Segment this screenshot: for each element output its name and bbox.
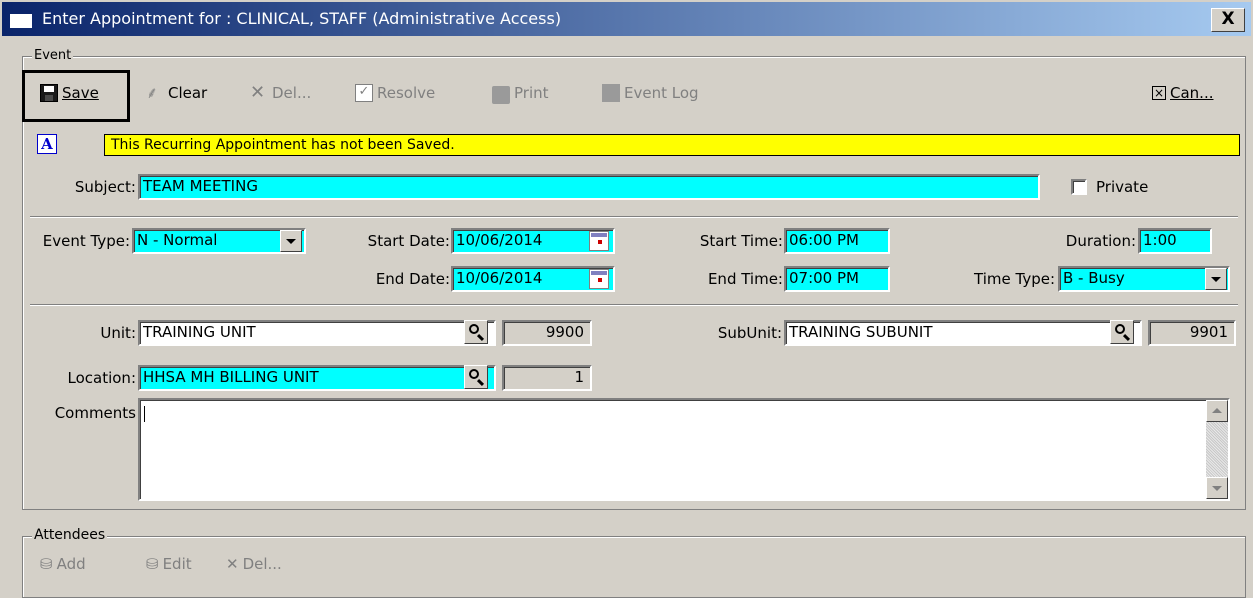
title-bar[interactable]: Enter Appointment for : CLINICAL, STAFF … (2, 2, 1251, 36)
delete-x-icon: ✕ (226, 555, 239, 573)
attendees-group-label: Attendees (32, 527, 108, 543)
start-date-calendar-icon[interactable] (589, 231, 609, 251)
access-level-icon: A (37, 134, 57, 154)
divider (30, 304, 1238, 306)
cancel-button[interactable]: × Can... (1152, 78, 1213, 108)
comments-textarea[interactable] (138, 398, 1230, 501)
location-label: Location: (67, 369, 137, 387)
save-label: Save (62, 84, 99, 102)
attendee-delete-label: Del... (242, 555, 282, 573)
location-search-icon[interactable] (464, 365, 488, 389)
end-date-calendar-icon[interactable] (589, 269, 609, 289)
duration-input[interactable]: 1:00 (1138, 228, 1212, 254)
end-time-input[interactable]: 07:00 PM (784, 266, 890, 292)
broom-icon: ⸙ (146, 83, 159, 102)
event-log-button[interactable]: Event Log (602, 78, 699, 108)
floppy-disk-icon (40, 84, 58, 102)
scroll-down-button[interactable] (1206, 477, 1228, 499)
add-attendee-icon: ⛁ (40, 555, 53, 573)
attendee-add-button[interactable]: ⛁ Add (40, 555, 86, 573)
end-date-label: End Date: (375, 270, 450, 288)
checkbox-check-icon: ✓ (355, 84, 373, 102)
delete-x-icon: ✕ (250, 82, 266, 103)
subject-label: Subject: (74, 178, 136, 196)
unit-search-icon[interactable] (464, 320, 488, 344)
delete-label: Del... (272, 84, 312, 102)
location-code: 1 (502, 365, 592, 391)
start-time-label: Start Time: (699, 232, 783, 250)
time-type-dropdown-button[interactable] (1205, 268, 1227, 290)
subunit-label: SubUnit: (717, 324, 782, 342)
appointment-window: Enter Appointment for : CLINICAL, STAFF … (0, 0, 1253, 598)
attendee-edit-label: Edit (162, 555, 192, 573)
attendee-edit-button[interactable]: ⛁ Edit (146, 555, 192, 573)
subunit-code: 9901 (1148, 320, 1236, 346)
status-banner: This Recurring Appointment has not been … (104, 134, 1240, 156)
delete-button[interactable]: ✕ Del... (250, 78, 311, 108)
resolve-button[interactable]: ✓ Resolve (355, 78, 435, 108)
attendee-delete-button[interactable]: ✕ Del... (226, 555, 282, 573)
event-log-label: Event Log (624, 84, 699, 102)
window-title: Enter Appointment for : CLINICAL, STAFF … (42, 9, 562, 28)
private-label: Private (1096, 178, 1149, 196)
resolve-label: Resolve (377, 84, 436, 102)
text-caret (144, 406, 145, 422)
subject-input[interactable]: TEAM MEETING (138, 174, 1040, 200)
comments-scrollbar[interactable] (1206, 400, 1228, 499)
subunit-search-icon[interactable] (1110, 320, 1134, 344)
event-group-label: Event (32, 48, 74, 63)
attendee-add-label: Add (56, 555, 86, 573)
unit-label: Unit: (100, 324, 136, 342)
time-type-label: Time Type: (974, 270, 1055, 288)
close-button[interactable]: X (1211, 8, 1245, 32)
unit-code: 9900 (502, 320, 592, 346)
cancel-label: Can... (1170, 84, 1214, 102)
time-type-value: B - Busy (1063, 269, 1125, 287)
end-time-label: End Time: (707, 270, 783, 288)
printer-icon (492, 86, 510, 104)
event-type-label: Event Type: (42, 232, 130, 250)
unit-input[interactable]: TRAINING UNIT (138, 320, 496, 346)
event-type-value: N - Normal (137, 231, 218, 249)
duration-label: Duration: (1065, 232, 1136, 250)
clear-button[interactable]: ⸙ Clear (146, 78, 207, 108)
edit-attendee-icon: ⛁ (146, 555, 159, 573)
divider (30, 216, 1238, 218)
comments-label: Comments (54, 404, 136, 422)
cancel-x-icon: × (1152, 86, 1166, 100)
private-checkbox[interactable] (1071, 179, 1087, 195)
start-time-input[interactable]: 06:00 PM (784, 228, 890, 254)
event-log-icon (602, 84, 620, 102)
save-button[interactable]: Save (40, 78, 99, 108)
print-label: Print (514, 84, 549, 102)
location-input[interactable]: HHSA MH BILLING UNIT (138, 365, 496, 391)
event-type-dropdown-button[interactable] (280, 230, 302, 252)
attendees-group (22, 536, 1246, 598)
window-icon (10, 10, 32, 28)
print-button[interactable]: Print (492, 78, 549, 108)
scroll-up-button[interactable] (1206, 400, 1228, 422)
clear-label: Clear (168, 84, 208, 102)
start-date-label: Start Date: (367, 232, 450, 250)
subunit-input[interactable]: TRAINING SUBUNIT (784, 320, 1142, 346)
